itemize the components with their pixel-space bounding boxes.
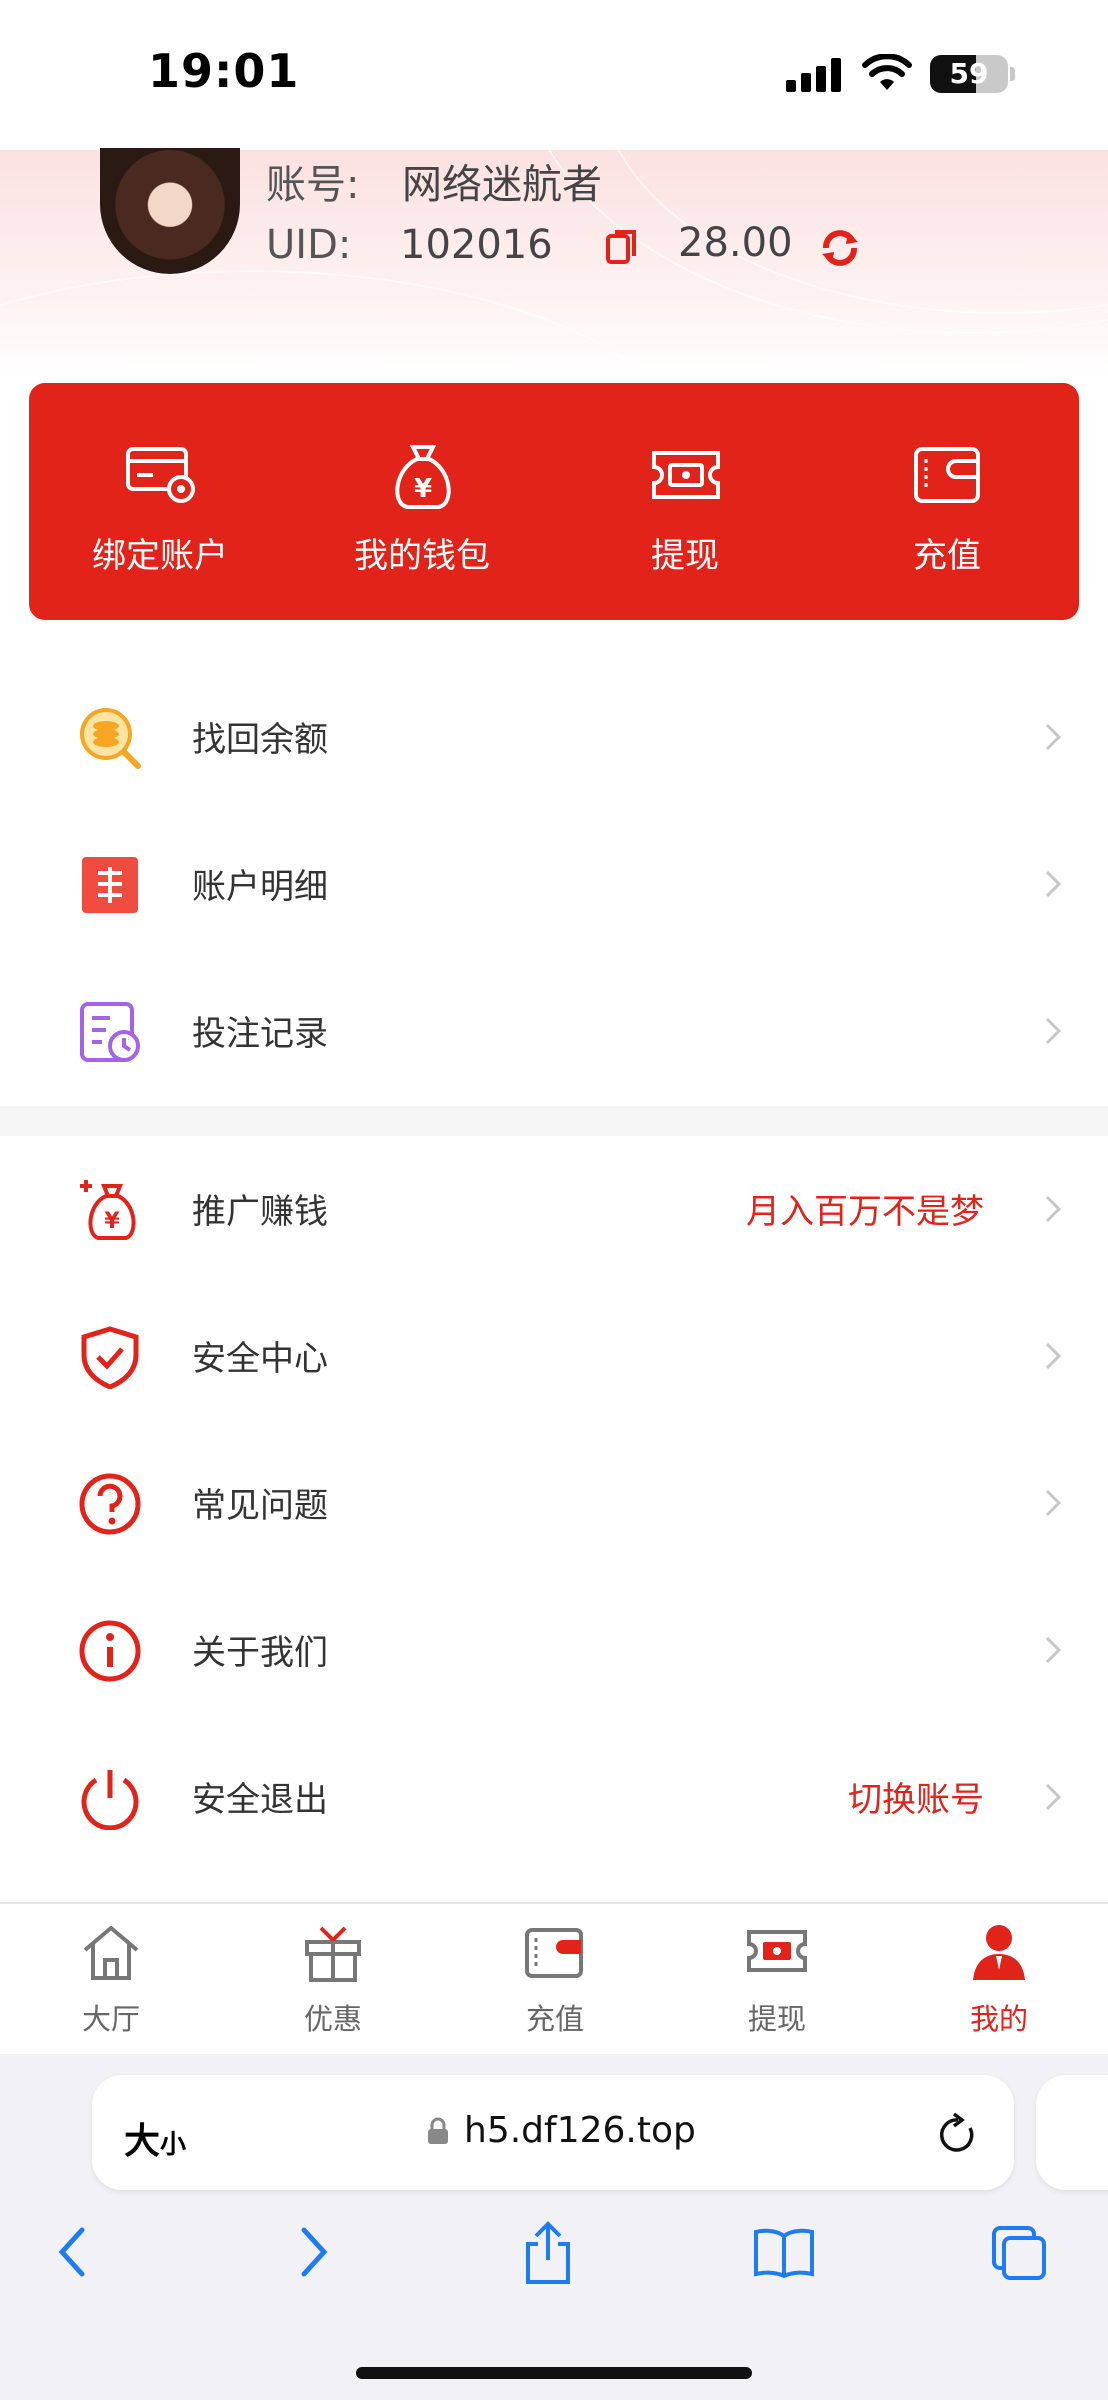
menu-item-about-us[interactable]: 关于我们	[0, 1577, 1108, 1725]
text-size-button[interactable]: 大小	[124, 2112, 186, 2164]
back-icon[interactable]	[56, 2226, 86, 2278]
withdraw-button[interactable]: 提现	[554, 383, 816, 620]
reload-icon[interactable]	[936, 2110, 980, 2158]
tab-label: 大厅	[81, 2002, 140, 2036]
recharge-label: 充值	[913, 536, 981, 576]
home-indicator	[356, 2367, 752, 2379]
menu-label: 找回余额	[192, 720, 328, 760]
chevron-right-icon	[1045, 1195, 1062, 1223]
url-text[interactable]: h5.df126.top	[464, 2110, 696, 2151]
shield-check-icon	[81, 1326, 139, 1389]
cellular-signal-icon	[786, 58, 841, 92]
tab-label: 我的	[969, 2002, 1028, 2036]
card-settings-icon	[126, 447, 195, 503]
chevron-right-icon	[1045, 1783, 1062, 1811]
menu-label: 账户明细	[192, 867, 328, 907]
my-wallet-button[interactable]: ¥ 我的钱包	[291, 383, 553, 620]
tab-withdraw[interactable]: 提现	[666, 1904, 888, 2054]
tab-lobby[interactable]: 大厅	[0, 1904, 222, 2054]
account-value: 网络迷航者	[402, 162, 602, 208]
quick-actions-card: 绑定账户 ¥ 我的钱包 提现 充值	[29, 383, 1079, 620]
balance-value: 28.00	[678, 220, 793, 266]
battery-icon: 59	[930, 55, 1008, 93]
section-divider	[0, 1106, 1108, 1136]
yuan-list-icon	[82, 857, 138, 913]
refresh-icon[interactable]	[818, 226, 862, 270]
menu-item-faq[interactable]: 常见问题	[0, 1430, 1108, 1578]
chevron-right-icon	[1045, 1342, 1062, 1370]
tab-promotions[interactable]: 优惠	[222, 1904, 444, 2054]
account-label: 账号:	[266, 162, 360, 208]
info-circle-icon	[79, 1620, 141, 1682]
tab-recharge[interactable]: 充值	[444, 1904, 666, 2054]
money-bag-plus-icon: ¥	[80, 1180, 136, 1240]
next-tab-preview[interactable]	[1036, 2075, 1108, 2190]
svg-text:¥: ¥	[104, 1209, 120, 1234]
text-size-large: 大	[124, 2121, 161, 2162]
wifi-icon	[862, 54, 912, 90]
battery-cap	[1010, 67, 1015, 81]
tab-label: 优惠	[303, 2002, 362, 2036]
status-time: 19:01	[148, 44, 300, 98]
gift-icon	[305, 1926, 361, 1982]
chevron-right-icon	[1045, 1017, 1062, 1045]
share-icon[interactable]	[522, 2220, 574, 2286]
wallet-icon	[914, 447, 980, 503]
menu-item-bet-records[interactable]: 投注记录	[0, 958, 1108, 1106]
wallet-icon	[525, 1928, 583, 1978]
menu-item-account-details[interactable]: 账户明细	[0, 811, 1108, 959]
chevron-right-icon	[1045, 870, 1062, 898]
bookmarks-icon[interactable]	[752, 2226, 816, 2278]
power-icon	[81, 1770, 139, 1830]
menu-item-recover-balance[interactable]: 找回余额	[0, 664, 1108, 812]
menu-label: 投注记录	[192, 1014, 328, 1054]
ticket-cash-icon	[652, 451, 720, 499]
text-size-small: 小	[160, 2130, 187, 2160]
menu-item-security-center[interactable]: 安全中心	[0, 1283, 1108, 1431]
chevron-right-icon	[1045, 1636, 1062, 1664]
menu-label: 安全退出	[192, 1780, 328, 1820]
my-wallet-label: 我的钱包	[354, 536, 490, 576]
coin-search-icon	[80, 708, 141, 769]
svg-text:¥: ¥	[414, 474, 432, 504]
tab-label: 提现	[747, 2002, 806, 2036]
menu-label: 安全中心	[192, 1339, 328, 1379]
recharge-button[interactable]: 充值	[816, 383, 1078, 620]
bind-account-label: 绑定账户	[92, 536, 228, 576]
battery-percent: 59	[949, 57, 989, 90]
bottom-tab-bar: 大厅 优惠 充值 提现 我的	[0, 1902, 1108, 2054]
chevron-right-icon	[1045, 1489, 1062, 1517]
bet-record-icon	[80, 1002, 140, 1062]
uid-value: 102016	[400, 222, 553, 268]
tabs-icon[interactable]	[990, 2224, 1048, 2282]
copy-icon[interactable]	[606, 228, 638, 266]
switch-account-link[interactable]: 切换账号	[848, 1772, 984, 1821]
home-icon	[83, 1926, 139, 1980]
menu-label: 关于我们	[192, 1633, 328, 1673]
forward-icon[interactable]	[300, 2226, 330, 2278]
menu-item-promotion[interactable]: ¥ 推广赚钱 月入百万不是梦	[0, 1136, 1108, 1284]
question-circle-icon	[79, 1473, 141, 1535]
ticket-cash-icon	[747, 1930, 807, 1972]
promotion-slogan: 月入百万不是梦	[746, 1192, 984, 1232]
tab-label: 充值	[525, 2002, 584, 2036]
tab-mine[interactable]: 我的	[888, 1904, 1108, 2054]
money-bag-icon: ¥	[395, 445, 451, 509]
bind-account-button[interactable]: 绑定账户	[29, 383, 291, 620]
chevron-right-icon	[1045, 723, 1062, 751]
menu-label: 常见问题	[192, 1486, 328, 1526]
uid-label: UID:	[266, 222, 352, 268]
menu-item-logout[interactable]: 安全退出 切换账号	[0, 1724, 1108, 1872]
user-icon	[973, 1925, 1025, 1980]
menu-label: 推广赚钱	[192, 1192, 328, 1232]
withdraw-label: 提现	[651, 536, 719, 576]
lock-icon	[428, 2117, 448, 2144]
